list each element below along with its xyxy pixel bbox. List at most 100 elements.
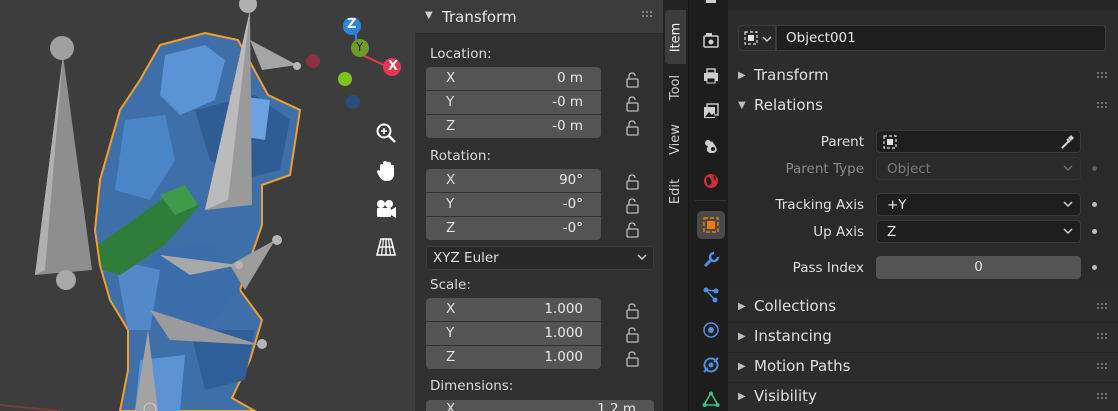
- tab-tool[interactable]: Tool: [665, 64, 686, 110]
- dimensions-label: Dimensions:: [430, 378, 514, 394]
- lock-icon[interactable]: [623, 119, 641, 137]
- lock-icon[interactable]: [623, 350, 641, 368]
- tab-view[interactable]: View: [665, 114, 686, 164]
- object-icon: [744, 31, 758, 45]
- render-properties-icon[interactable]: [697, 26, 725, 54]
- field-value: 90°: [559, 172, 583, 188]
- lock-icon[interactable]: [623, 326, 641, 344]
- constraints-properties-icon[interactable]: [697, 351, 725, 379]
- particles-properties-icon[interactable]: [697, 281, 725, 309]
- scale-y-field[interactable]: Y 1.000: [426, 322, 601, 345]
- animate-property-dot[interactable]: [1092, 202, 1097, 207]
- physics-properties-icon[interactable]: [697, 316, 725, 344]
- tracking-axis-label: Tracking Axis: [775, 197, 864, 213]
- drag-grip-icon[interactable]: [1096, 101, 1110, 109]
- parent-field[interactable]: [876, 130, 1081, 153]
- visibility-panel-header[interactable]: ▶ Visibility: [728, 383, 1118, 411]
- tool-properties-icon[interactable]: [697, 0, 725, 18]
- tracking-axis-value: +Y: [887, 197, 907, 213]
- scale-x-field[interactable]: X 1.000: [426, 298, 601, 321]
- scale-z-field[interactable]: Z 1.000: [426, 346, 601, 369]
- output-properties-icon[interactable]: [697, 62, 725, 90]
- transform-panel-header[interactable]: ▶ Transform: [728, 62, 1118, 90]
- axis-label: Z: [446, 118, 456, 134]
- expand-arrow-icon: ▶: [738, 361, 746, 372]
- lock-icon[interactable]: [623, 302, 641, 320]
- axis-label: X: [446, 172, 456, 188]
- drag-grip-icon[interactable]: [1096, 362, 1110, 370]
- animate-property-dot[interactable]: [1092, 265, 1097, 270]
- drag-grip-icon[interactable]: [641, 10, 655, 18]
- field-value: 0 m: [556, 70, 583, 86]
- field-value: -0 m: [552, 94, 583, 110]
- axis-label: Y: [446, 325, 455, 341]
- lock-icon[interactable]: [623, 71, 641, 89]
- animate-property-dot[interactable]: [1092, 166, 1097, 171]
- object-name-value: Object001: [786, 30, 856, 46]
- object-name-field[interactable]: Object001: [776, 25, 1106, 51]
- instancing-panel-header[interactable]: ▶ Instancing: [728, 323, 1118, 351]
- up-axis-dropdown[interactable]: Z: [876, 220, 1081, 243]
- panel-title: Transform: [754, 66, 829, 84]
- panel-title: Relations: [754, 96, 823, 114]
- modifier-properties-icon[interactable]: [697, 246, 725, 274]
- collapse-arrow-icon: ▼: [738, 100, 746, 111]
- lock-icon[interactable]: [623, 95, 641, 113]
- rotation-z-field[interactable]: Z -0°: [426, 217, 601, 240]
- data-properties-icon[interactable]: [697, 386, 725, 411]
- animate-property-dot[interactable]: [1092, 229, 1097, 234]
- drag-grip-icon[interactable]: [1096, 71, 1110, 79]
- panel-title: Instancing: [754, 327, 832, 345]
- properties-editor: Object001 ▶ Transform ▼ Relations Parent…: [728, 0, 1118, 411]
- camera-icon[interactable]: [370, 193, 402, 225]
- tab-edit[interactable]: Edit: [665, 168, 686, 214]
- pan-hand-icon[interactable]: [370, 155, 402, 187]
- field-value: 1.2 m: [597, 401, 636, 411]
- location-z-field[interactable]: Z -0 m: [426, 115, 601, 138]
- collections-panel-header[interactable]: ▶ Collections: [728, 293, 1118, 321]
- rotation-y-field[interactable]: Y -0°: [426, 193, 601, 216]
- 3d-viewport[interactable]: Z Y X: [0, 0, 415, 411]
- tab-label: View: [668, 123, 684, 155]
- world-properties-icon[interactable]: [697, 167, 725, 195]
- lock-icon[interactable]: [623, 173, 641, 191]
- location-y-field[interactable]: Y -0 m: [426, 91, 601, 114]
- drag-grip-icon[interactable]: [1096, 0, 1110, 5]
- expand-arrow-icon: ▶: [738, 331, 746, 342]
- chevron-down-icon: [1063, 228, 1073, 235]
- eyedropper-icon[interactable]: [1059, 134, 1075, 150]
- panel-title: Motion Paths: [754, 357, 851, 375]
- field-value: 1.000: [544, 349, 583, 365]
- object-type-dropdown[interactable]: [738, 25, 776, 51]
- zoom-icon[interactable]: [370, 117, 402, 149]
- field-value: -0°: [562, 220, 583, 236]
- location-x-field[interactable]: X 0 m: [426, 67, 601, 90]
- grid-perspective-icon[interactable]: [370, 231, 402, 263]
- motion-paths-panel-header[interactable]: ▶ Motion Paths: [728, 353, 1118, 381]
- transform-panel-header[interactable]: ▼ Transform: [415, 0, 663, 34]
- gizmo-z-label: Z: [347, 17, 357, 32]
- tab-item[interactable]: Item: [665, 10, 686, 64]
- lock-icon[interactable]: [623, 221, 641, 239]
- rotation-mode-dropdown[interactable]: XYZ Euler: [426, 246, 654, 270]
- field-value: -0°: [562, 196, 583, 212]
- axis-label: X: [446, 70, 456, 86]
- object-selector: Object001: [738, 25, 1106, 51]
- relations-panel-header[interactable]: ▼ Relations: [728, 92, 1118, 120]
- parent-type-dropdown[interactable]: Object: [876, 157, 1081, 180]
- drag-grip-icon[interactable]: [1096, 302, 1110, 310]
- scene-properties-icon[interactable]: [697, 132, 725, 160]
- rotation-x-field[interactable]: X 90°: [426, 169, 601, 192]
- properties-tabs: [688, 0, 728, 411]
- object-properties-icon[interactable]: [697, 211, 725, 239]
- view-layer-properties-icon[interactable]: [697, 97, 725, 125]
- pass-index-field[interactable]: 0: [876, 256, 1081, 279]
- tab-label: Edit: [668, 178, 683, 204]
- dimensions-x-field[interactable]: X 1.2 m: [426, 400, 654, 411]
- drag-grip-icon[interactable]: [1096, 332, 1110, 340]
- tracking-axis-dropdown[interactable]: +Y: [876, 193, 1081, 216]
- drag-grip-icon[interactable]: [1096, 392, 1110, 400]
- scale-label: Scale:: [430, 277, 471, 293]
- lock-icon[interactable]: [623, 197, 641, 215]
- sidebar-tabs: Item Tool View Edit: [663, 0, 688, 411]
